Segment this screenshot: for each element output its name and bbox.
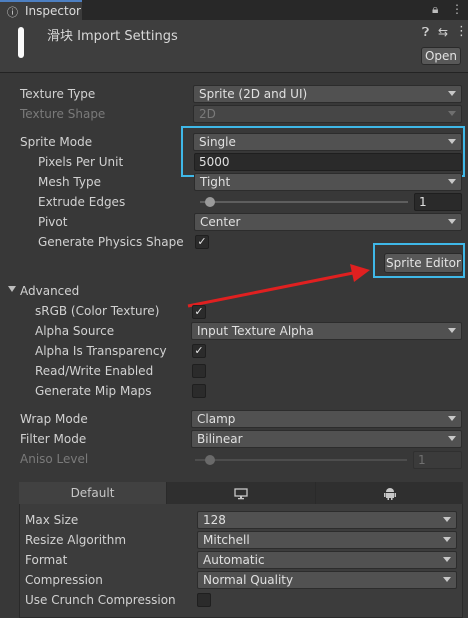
chevron-down-icon <box>443 537 451 542</box>
menu-icon[interactable]: ⋮ <box>451 2 463 16</box>
foldout-arrow-icon[interactable] <box>8 286 16 292</box>
generate-physics-shape-label: Generate Physics Shape <box>38 235 184 249</box>
texture-shape-value: 2D <box>199 107 216 121</box>
alpha-source-dropdown[interactable]: Input Texture Alpha <box>191 322 462 340</box>
highlight-box-sprite-mode <box>181 126 465 177</box>
aniso-slider-thumb <box>204 455 215 465</box>
texture-type-dropdown[interactable]: Sprite (2D and UI) <box>193 85 462 103</box>
extrude-edges-field[interactable]: 1 <box>414 193 462 211</box>
tab-android[interactable] <box>316 482 463 504</box>
extrude-edges-slider-thumb[interactable] <box>205 197 216 207</box>
open-button[interactable]: Open <box>421 47 461 65</box>
format-dropdown[interactable]: Automatic <box>197 551 457 569</box>
chevron-down-icon <box>448 179 456 184</box>
page-title: 滑块 Import Settings <box>47 29 178 44</box>
chevron-down-icon <box>443 557 451 562</box>
info-icon: ⓘ <box>7 6 18 19</box>
max-size-label: Max Size <box>25 513 79 527</box>
compression-label: Compression <box>25 573 103 587</box>
max-size-dropdown[interactable]: 128 <box>197 511 457 529</box>
sprite-editor-button[interactable]: Sprite Editor <box>384 253 463 273</box>
texture-type-value: Sprite (2D and UI) <box>199 87 308 101</box>
mesh-type-label: Mesh Type <box>38 175 101 189</box>
filter-mode-label: Filter Mode <box>20 432 87 446</box>
advanced-foldout-label[interactable]: Advanced <box>20 284 79 298</box>
compression-dropdown[interactable]: Normal Quality <box>197 571 457 589</box>
chevron-down-icon <box>448 436 456 441</box>
wrap-mode-value: Clamp <box>197 412 236 426</box>
extrude-edges-label: Extrude Edges <box>38 195 126 209</box>
format-label: Format <box>25 553 68 567</box>
chevron-down-icon <box>443 517 451 522</box>
lock-icon[interactable]: 🔒︎ <box>432 2 438 17</box>
tab-default-label: Default <box>70 486 115 500</box>
format-value: Automatic <box>203 553 265 567</box>
wrap-mode-label: Wrap Mode <box>20 412 88 426</box>
chevron-down-icon <box>443 577 451 582</box>
chevron-down-icon <box>448 91 456 96</box>
pivot-value: Center <box>200 215 241 229</box>
arrow-shaft <box>187 270 359 308</box>
kebab-menu-icon[interactable]: ⋮ <box>455 24 468 39</box>
generate-physics-shape-checkbox[interactable]: ✓ <box>195 235 209 249</box>
aniso-slider-track <box>195 459 407 461</box>
tab-label: Inspector <box>25 4 81 18</box>
use-crunch-compression-label: Use Crunch Compression <box>25 593 176 607</box>
chevron-down-icon <box>448 416 456 421</box>
mip-maps-checkbox[interactable] <box>192 384 206 398</box>
aniso-level-label: Aniso Level <box>20 452 89 466</box>
chevron-down-icon <box>448 328 456 333</box>
pivot-dropdown[interactable]: Center <box>194 213 462 231</box>
alpha-is-transparency-label: Alpha Is Transparency <box>35 344 167 358</box>
chevron-down-icon <box>448 111 456 116</box>
preset-icon[interactable]: ⇆ <box>438 25 448 39</box>
mip-maps-label: Generate Mip Maps <box>35 384 152 398</box>
texture-icon <box>18 27 24 58</box>
mesh-type-value: Tight <box>200 175 231 189</box>
srgb-label: sRGB (Color Texture) <box>35 304 160 318</box>
alpha-source-value: Input Texture Alpha <box>197 324 314 338</box>
resize-algorithm-dropdown[interactable]: Mitchell <box>197 531 457 549</box>
read-write-checkbox[interactable] <box>192 364 206 378</box>
monitor-icon <box>234 487 248 499</box>
tab-inspector[interactable]: ⓘ Inspector <box>0 0 82 20</box>
sprite-mode-label: Sprite Mode <box>20 135 93 149</box>
help-icon[interactable]: ❓︎ <box>422 25 429 40</box>
wrap-mode-dropdown[interactable]: Clamp <box>191 410 462 428</box>
compression-value: Normal Quality <box>203 573 294 587</box>
filter-mode-value: Bilinear <box>197 432 243 446</box>
pixels-per-unit-label: Pixels Per Unit <box>38 155 124 169</box>
alpha-source-label: Alpha Source <box>35 324 115 338</box>
arrow-head <box>350 264 370 282</box>
max-size-value: 128 <box>203 513 226 527</box>
pivot-label: Pivot <box>38 215 68 229</box>
android-icon <box>383 488 396 500</box>
srgb-checkbox[interactable]: ✓ <box>192 305 206 319</box>
filter-mode-dropdown[interactable]: Bilinear <box>191 430 462 448</box>
texture-shape-dropdown: 2D <box>193 105 462 123</box>
read-write-label: Read/Write Enabled <box>35 364 154 378</box>
mesh-type-dropdown[interactable]: Tight <box>194 173 462 191</box>
alpha-is-transparency-checkbox[interactable]: ✓ <box>192 344 206 358</box>
tab-standalone[interactable] <box>167 482 316 504</box>
texture-type-label: Texture Type <box>20 87 96 101</box>
chevron-down-icon <box>448 219 456 224</box>
resize-algorithm-label: Resize Algorithm <box>25 533 127 547</box>
resize-algorithm-value: Mitchell <box>203 533 250 547</box>
extrude-edges-slider-track[interactable] <box>200 201 408 203</box>
red-arrow-annotation <box>187 264 370 308</box>
tab-default[interactable]: Default <box>19 482 167 504</box>
aniso-level-field: 1 <box>413 451 462 469</box>
texture-shape-label: Texture Shape <box>20 107 106 121</box>
use-crunch-compression-checkbox[interactable] <box>197 593 211 607</box>
